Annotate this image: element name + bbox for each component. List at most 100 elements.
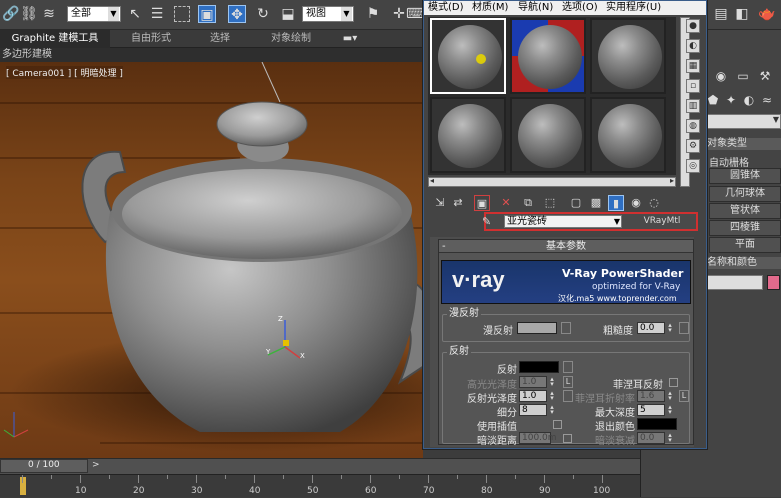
hammer-icon[interactable]: ⚒ xyxy=(757,68,773,84)
go-sibling-icon[interactable]: ◌ xyxy=(646,195,662,211)
move-icon[interactable]: ✥ xyxy=(228,5,246,23)
ribbon-subtab[interactable]: 多边形建模 xyxy=(0,48,423,62)
render-setup-icon[interactable]: ◧ xyxy=(733,5,751,23)
sample-slot[interactable] xyxy=(510,97,586,173)
scroll-right-icon[interactable]: ▸ xyxy=(670,176,674,185)
fresnel-ior-map-button[interactable]: L xyxy=(679,390,689,402)
show-map-icon[interactable]: ▩ xyxy=(588,195,604,211)
sample-slot[interactable] xyxy=(430,18,506,94)
spinner-arrows-icon[interactable]: ▴ ▾ xyxy=(666,432,674,444)
sample-slot[interactable] xyxy=(590,97,666,173)
hilight-gloss-spinner[interactable]: 1.0 ▴ ▾ xyxy=(519,376,554,388)
diffuse-map-button[interactable] xyxy=(561,322,571,334)
spinner-arrows-icon[interactable]: ▴ ▾ xyxy=(666,322,674,334)
max-depth-spinner[interactable]: 5 ▴ ▾ xyxy=(637,404,672,416)
object-type-header[interactable]: 对象类型 xyxy=(705,138,781,150)
plane-button[interactable]: 平面 xyxy=(709,237,781,253)
pyramid-button[interactable]: 四棱锥 xyxy=(709,220,781,236)
fresnel-checkbox[interactable] xyxy=(669,378,678,387)
render-icon[interactable]: 🫖 xyxy=(758,5,776,23)
tube-button[interactable]: 管状体 xyxy=(709,203,781,219)
cone-button[interactable]: 圆锥体 xyxy=(709,168,781,184)
put-to-library-icon[interactable]: ⬚ xyxy=(542,195,558,211)
roughness-spinner[interactable]: 0.0 ▴ ▾ xyxy=(637,322,672,334)
dim-dist-spinner[interactable]: 100.0m xyxy=(519,432,557,444)
background-icon[interactable]: ▦ xyxy=(686,59,700,73)
reflect-color-swatch[interactable] xyxy=(519,361,559,373)
tab-selection[interactable]: 选择 xyxy=(190,30,250,48)
sample-slot[interactable] xyxy=(590,18,666,94)
material-name-field[interactable]: 亚光瓷砖 ▼ xyxy=(504,215,622,228)
diffuse-color-swatch[interactable] xyxy=(517,322,557,334)
spinner-arrows-icon[interactable]: ▴ ▾ xyxy=(666,404,674,416)
menu-mode[interactable]: 模式(D) xyxy=(428,1,464,15)
time-slider[interactable]: 0 / 100 > xyxy=(0,458,640,474)
refl-gloss-map-button[interactable] xyxy=(563,390,573,402)
display-icon[interactable]: ◉ xyxy=(713,68,729,84)
menu-utilities[interactable]: 实用程序(U) xyxy=(606,1,661,15)
spinner-arrows-icon[interactable]: ▴ ▾ xyxy=(548,404,556,416)
helpers-icon[interactable]: ≈ xyxy=(759,92,775,108)
menu-navigation[interactable]: 导航(N) xyxy=(518,1,553,15)
uv-tiling-icon[interactable]: ▫ xyxy=(686,79,700,93)
use-interp-checkbox[interactable] xyxy=(553,420,562,429)
rollout-header[interactable]: - 基本参数 xyxy=(439,240,693,253)
get-material-icon[interactable]: ⇲ xyxy=(432,195,448,211)
material-type-button[interactable]: VRayMtl xyxy=(629,215,695,228)
spinner-arrows-icon[interactable]: ▴ ▾ xyxy=(548,376,556,388)
viewport-label[interactable]: [ Camera001 ] [ 明暗处理 ] xyxy=(6,66,123,79)
slots-scrollbar[interactable]: ◂ ▸ xyxy=(428,176,676,187)
unlink-icon[interactable]: ⛓ xyxy=(20,5,38,23)
keyboard-shortcut-icon[interactable]: ⌨ xyxy=(406,5,426,23)
selection-filter-dropdown[interactable]: 全部 ▼ xyxy=(67,6,121,22)
cameras-icon[interactable]: ◐ xyxy=(741,92,757,108)
dim-dist-checkbox[interactable] xyxy=(563,434,572,443)
ribbon-options-icon[interactable]: ▬▾ xyxy=(340,30,360,48)
hilight-lock-button[interactable]: L xyxy=(563,376,573,388)
bind-spacewarp-icon[interactable]: ≋ xyxy=(40,5,58,23)
window-crossing-icon[interactable]: ▣ xyxy=(198,5,216,23)
make-preview-icon[interactable]: ◍ xyxy=(686,119,700,133)
name-color-header[interactable]: 名称和颜色 xyxy=(705,257,781,269)
show-shaded-icon[interactable]: ▮ xyxy=(608,195,624,211)
subdivs-spinner[interactable]: 8 ▴ ▾ xyxy=(519,404,554,416)
geosphere-button[interactable]: 几何球体 xyxy=(709,186,781,202)
track-bar[interactable]: 10 20 30 40 50 60 70 80 90 100 xyxy=(0,474,640,497)
material-id-icon[interactable]: ▢ xyxy=(568,195,584,211)
sample-slot[interactable] xyxy=(430,97,506,173)
fresnel-ior-spinner[interactable]: 1.6 ▴ ▾ xyxy=(637,390,672,402)
menu-material[interactable]: 材质(M) xyxy=(472,1,508,15)
select-by-material-icon[interactable]: ◎ xyxy=(686,159,700,173)
curve-editor-icon[interactable]: ▤ xyxy=(712,5,730,23)
roughness-map-button[interactable] xyxy=(679,322,689,334)
tab-object-paint[interactable]: 对象绘制 xyxy=(256,30,326,48)
tab-freeform[interactable]: 自由形式 xyxy=(116,30,186,48)
go-parent-icon[interactable]: ◉ xyxy=(628,195,644,211)
menu-options[interactable]: 选项(O) xyxy=(562,1,598,15)
rotate-icon[interactable]: ↻ xyxy=(254,5,272,23)
lights-icon[interactable]: ✦ xyxy=(723,92,739,108)
reset-map-icon[interactable]: ✕ xyxy=(498,195,514,211)
backlight-icon[interactable]: ◐ xyxy=(686,39,700,53)
sample-slot[interactable] xyxy=(510,18,586,94)
monitor-icon[interactable]: ▭ xyxy=(735,68,751,84)
refl-gloss-spinner[interactable]: 1.0 ▴ ▾ xyxy=(519,390,554,402)
next-frame-icon[interactable]: > xyxy=(92,460,100,470)
make-unique-icon[interactable]: ⧉ xyxy=(520,195,536,211)
select-link-icon[interactable]: 🔗 xyxy=(2,5,20,23)
object-color-swatch[interactable] xyxy=(767,275,780,290)
camera-viewport[interactable]: Z Y X [ Camera001 ] [ 明暗处理 ] xyxy=(0,62,423,458)
shapes-icon[interactable]: ⬟ xyxy=(705,92,721,108)
spinner-arrows-icon[interactable]: ▴ ▾ xyxy=(548,390,556,402)
pivot-icon[interactable]: ⚑ xyxy=(364,5,382,23)
reflect-map-button[interactable] xyxy=(563,361,573,373)
scale-icon[interactable]: ⬓ xyxy=(279,5,297,23)
exit-color-swatch[interactable] xyxy=(637,418,677,430)
assign-material-icon[interactable]: ▣ xyxy=(474,195,490,211)
rect-selection-icon[interactable] xyxy=(174,6,190,22)
scroll-left-icon[interactable]: ◂ xyxy=(430,176,434,185)
put-to-scene-icon[interactable]: ⇄ xyxy=(450,195,466,211)
options-icon[interactable]: ⚙ xyxy=(686,139,700,153)
object-name-field[interactable] xyxy=(705,275,763,290)
select-object-icon[interactable]: ↖ xyxy=(126,5,144,23)
